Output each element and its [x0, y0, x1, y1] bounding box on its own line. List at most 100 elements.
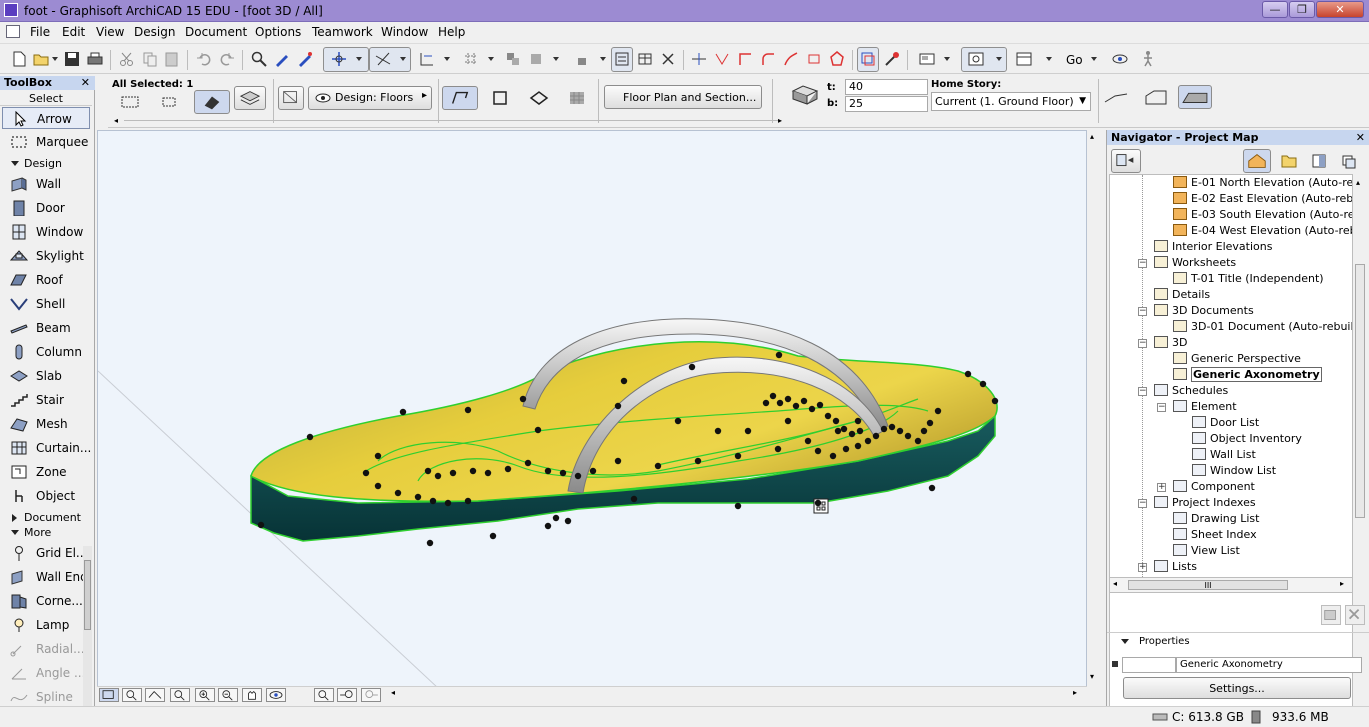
magic-wand-icon[interactable]: [882, 50, 900, 68]
expand-toggle-icon[interactable]: +: [1157, 483, 1166, 492]
tool-object[interactable]: Object: [2, 485, 90, 507]
edit-hotspot[interactable]: [504, 465, 512, 473]
edit-hotspot[interactable]: [362, 469, 370, 477]
zoom-forward-button[interactable]: [361, 688, 381, 702]
slab-edge-custom-button[interactable]: [1178, 85, 1212, 109]
tree-item[interactable]: Window List: [1192, 463, 1276, 479]
tree-item[interactable]: Generic Axonometry: [1173, 367, 1322, 383]
orbit-button[interactable]: [266, 688, 286, 702]
edit-hotspot[interactable]: [464, 406, 472, 414]
tree-item[interactable]: Door List: [1192, 415, 1259, 431]
edit-hotspot[interactable]: [872, 432, 880, 440]
3d-window-icon[interactable]: [967, 50, 985, 68]
edit-hotspot[interactable]: [848, 430, 856, 438]
maximize-button[interactable]: ❐: [1289, 1, 1315, 18]
toolbox-close-icon[interactable]: ✕: [81, 76, 90, 89]
layout-icon[interactable]: [918, 50, 936, 68]
grid-snap-icon[interactable]: [418, 50, 436, 68]
edit-hotspot[interactable]: [784, 417, 792, 425]
navigator-preview-button[interactable]: [99, 688, 119, 702]
thickness-t-field[interactable]: 40: [845, 79, 928, 95]
edit-hotspot[interactable]: [856, 427, 864, 435]
scroll-down-arrow-icon[interactable]: ▾: [1090, 672, 1094, 681]
scroll-left-arrow-icon[interactable]: ◂: [1113, 579, 1117, 588]
edit-hotspot[interactable]: [926, 419, 934, 427]
3d-viewport[interactable]: [97, 130, 1087, 687]
settings-button[interactable]: Settings...: [1123, 677, 1351, 699]
edit-hotspot[interactable]: [964, 370, 972, 378]
tool-skylight[interactable]: Skylight: [2, 245, 90, 267]
edit-hotspot[interactable]: [469, 467, 477, 475]
undo-icon[interactable]: [195, 50, 213, 68]
edit-hotspot[interactable]: [934, 407, 942, 415]
edit-hotspot[interactable]: [374, 482, 382, 490]
toolbox-scrollbar[interactable]: [83, 546, 92, 706]
edit-hotspot[interactable]: [484, 469, 492, 477]
zoom-out-button[interactable]: [218, 688, 238, 702]
edit-hotspot[interactable]: [429, 497, 437, 505]
collapse-toggle-icon[interactable]: −: [1138, 259, 1147, 268]
tool-angle-dimension[interactable]: Angle ...: [2, 662, 90, 684]
edit-hotspot[interactable]: [614, 402, 622, 410]
tree-item[interactable]: Project Indexes: [1154, 495, 1256, 511]
tool-mesh[interactable]: Mesh: [2, 413, 90, 435]
edit-hotspot[interactable]: [552, 514, 560, 522]
zoom-area-button[interactable]: [122, 688, 142, 702]
rectangle-icon[interactable]: [492, 90, 508, 106]
edit-hotspot[interactable]: [784, 395, 792, 403]
expand-toggle-icon[interactable]: +: [1138, 563, 1147, 572]
collapse-triangle-icon[interactable]: [1121, 639, 1129, 644]
tool-zone[interactable]: Zone: [2, 461, 90, 483]
tool-corner-window[interactable]: Corne...: [2, 590, 90, 612]
offset-all-icon[interactable]: [805, 50, 823, 68]
pick-up-parameters-icon[interactable]: [273, 50, 291, 68]
edit-hotspot[interactable]: [774, 445, 782, 453]
slab-edge-flat-icon[interactable]: [1103, 88, 1129, 108]
edit-hotspot[interactable]: [842, 445, 850, 453]
tree-item[interactable]: Schedules: [1154, 383, 1228, 399]
collapse-toggle-icon[interactable]: −: [1138, 339, 1147, 348]
print-icon[interactable]: [86, 50, 104, 68]
edit-hotspot[interactable]: [920, 427, 928, 435]
orbit-icon[interactable]: [1111, 50, 1129, 68]
zoom-back-button[interactable]: [337, 688, 357, 702]
explore-icon[interactable]: [1139, 50, 1157, 68]
marquee-shape-icon[interactable]: [160, 94, 184, 112]
edit-hotspot[interactable]: [776, 399, 784, 407]
layer-combo[interactable]: Design: Floors ▸: [308, 86, 432, 110]
edit-hotspot[interactable]: [762, 399, 770, 407]
tree-item[interactable]: E-02 East Elevation (Auto-rebuild: [1173, 191, 1352, 207]
tree-item[interactable]: View List: [1173, 543, 1240, 559]
edit-hotspot[interactable]: [519, 395, 527, 403]
guide-dropdown-arrow[interactable]: [400, 57, 406, 61]
3d-display-icon[interactable]: [1015, 50, 1033, 68]
edit-hotspot[interactable]: [688, 363, 696, 371]
explode-icon[interactable]: [828, 50, 846, 68]
edit-hotspot[interactable]: [775, 351, 783, 359]
toolbox-more-section[interactable]: More: [0, 525, 92, 541]
scroll-left-arrow-icon[interactable]: ◂: [391, 688, 395, 697]
project-map-tab[interactable]: [1243, 149, 1271, 173]
menu-file[interactable]: File: [30, 25, 50, 39]
fillet-icon[interactable]: [759, 50, 777, 68]
tool-arrow[interactable]: Arrow: [2, 107, 90, 129]
tree-item[interactable]: 3D Documents: [1154, 303, 1254, 319]
edit-hotspot[interactable]: [896, 427, 904, 435]
edit-hotspot[interactable]: [979, 380, 987, 388]
3d-window-dropdown-arrow[interactable]: [996, 57, 1002, 61]
edit-hotspot[interactable]: [814, 447, 822, 455]
tree-item[interactable]: Worksheets: [1154, 255, 1236, 271]
home-story-combo[interactable]: Current (1. Ground Floor) ▼: [931, 92, 1091, 111]
edit-hotspot[interactable]: [374, 452, 382, 460]
edit-hotspot[interactable]: [654, 462, 662, 470]
grid-snap-dropdown-arrow[interactable]: [444, 57, 450, 61]
go-menu[interactable]: Go: [1066, 53, 1083, 67]
collapse-toggle-icon[interactable]: −: [1138, 307, 1147, 316]
go-dropdown-arrow[interactable]: [1091, 57, 1097, 61]
scroll-right-arrow-icon[interactable]: ▸: [1340, 579, 1344, 588]
geometry-polygon-button[interactable]: [442, 86, 478, 110]
edit-hotspot[interactable]: [620, 377, 628, 385]
scroll-right-arrow-icon[interactable]: ▸: [1073, 688, 1077, 697]
edit-hotspot[interactable]: [589, 467, 597, 475]
edit-hotspot[interactable]: [800, 397, 808, 405]
